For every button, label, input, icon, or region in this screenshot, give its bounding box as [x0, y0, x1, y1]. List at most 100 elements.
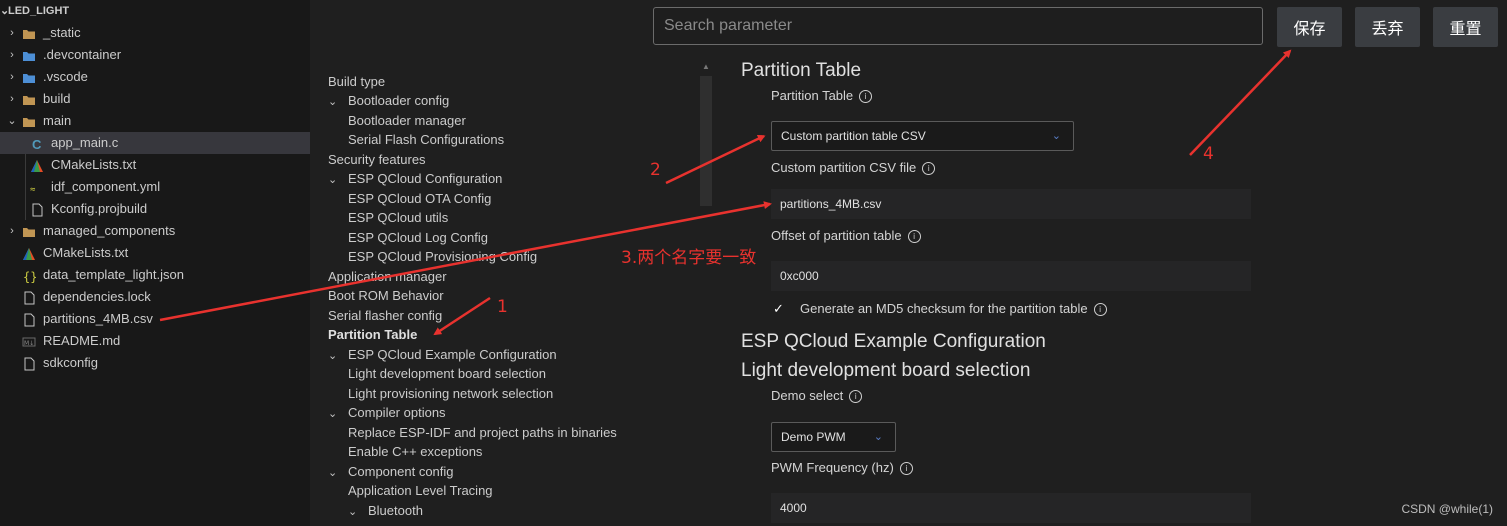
nav-item[interactable]: Light development board selection: [348, 364, 546, 383]
nav-item-label: Boot ROM Behavior: [328, 288, 444, 303]
section-title-example: ESP QCloud Example Configuration: [741, 331, 1046, 352]
explorer-item-label: .vscode: [43, 69, 88, 84]
info-icon[interactable]: i: [849, 390, 863, 404]
explorer-item[interactable]: › _static: [0, 22, 310, 44]
file-icon: [22, 290, 36, 305]
nav-item[interactable]: Build type: [328, 72, 385, 91]
chevron-down-icon[interactable]: ⌄: [328, 464, 348, 483]
chevron-down-icon[interactable]: ⌄: [328, 405, 348, 424]
nav-item-label: Application Level Tracing: [348, 483, 493, 498]
nav-item[interactable]: Serial flasher config: [328, 306, 442, 325]
nav-item[interactable]: Replace ESP-IDF and project paths in bin…: [348, 423, 617, 442]
explorer-item[interactable]: M↓ README.md: [0, 330, 310, 352]
offset-field[interactable]: [771, 261, 1251, 291]
explorer-item[interactable]: {} data_template_light.json: [0, 264, 310, 286]
nav-item[interactable]: Application manager: [328, 267, 447, 286]
nav-item-label: ESP QCloud Log Config: [348, 230, 488, 245]
nav-item[interactable]: ESP QCloud OTA Config: [348, 189, 491, 208]
nav-item[interactable]: Light provisioning network selection: [348, 384, 553, 403]
explorer-item[interactable]: › managed_components: [0, 220, 310, 242]
explorer-item[interactable]: sdkconfig: [0, 352, 310, 374]
pwm-frequency-label: PWM Frequency (hz) i: [771, 460, 913, 476]
nav-item[interactable]: ESP QCloud Provisioning Config: [348, 247, 537, 266]
nav-item-label: Partition Table: [328, 327, 418, 342]
info-icon[interactable]: i: [859, 90, 873, 104]
nav-item[interactable]: Bootloader manager: [348, 111, 466, 130]
section-title-board: Light development board selection: [741, 360, 1031, 381]
annotation-2: 2: [650, 160, 661, 180]
nav-item-label: ESP QCloud OTA Config: [348, 191, 492, 206]
file-explorer: ⌄LED_LIGHT › _static › .devcontainer › .vscod…: [0, 0, 310, 526]
nav-item-label: Bootloader config: [348, 93, 450, 108]
search-input[interactable]: [653, 7, 1263, 45]
watermark: CSDN @while(1): [1401, 502, 1493, 516]
nav-item-label: Compiler options: [348, 405, 446, 420]
nav-item[interactable]: ESP QCloud Log Config: [348, 228, 488, 247]
discard-button[interactable]: 丢弃: [1355, 7, 1420, 47]
json-file-icon: {}: [22, 268, 37, 284]
explorer-item-label: README.md: [43, 333, 121, 348]
nav-item[interactable]: Serial Flash Configurations: [348, 130, 504, 149]
explorer-item[interactable]: › .vscode: [0, 66, 310, 88]
explorer-root-title[interactable]: ⌄LED_LIGHT: [0, 4, 69, 18]
nav-item[interactable]: Security features: [328, 150, 426, 169]
explorer-item[interactable]: › build: [0, 88, 310, 110]
explorer-item[interactable]: CMakeLists.txt: [0, 154, 310, 176]
info-icon[interactable]: i: [907, 230, 921, 244]
chevron-right-icon[interactable]: ›: [6, 88, 18, 110]
explorer-item[interactable]: dependencies.lock: [0, 286, 310, 308]
explorer-item[interactable]: CMakeLists.txt: [0, 242, 310, 264]
custom-csv-field[interactable]: [771, 189, 1251, 219]
explorer-item[interactable]: Capp_main.c: [0, 132, 310, 154]
explorer-item[interactable]: ⌄ main: [0, 110, 310, 132]
folder-icon: [22, 70, 36, 84]
explorer-item[interactable]: Kconfig.projbuild: [0, 198, 310, 220]
chevron-right-icon[interactable]: ›: [6, 22, 18, 44]
chevron-down-icon: ⌄: [1051, 130, 1061, 142]
explorer-item[interactable]: › .devcontainer: [0, 44, 310, 66]
nav-item-label: Enable C++ exceptions: [348, 444, 483, 459]
annotation-1: 1: [497, 297, 508, 317]
info-icon[interactable]: i: [899, 462, 913, 476]
md5-label: Generate an MD5 checksum for the partiti…: [800, 301, 1107, 317]
chevron-right-icon[interactable]: ›: [6, 220, 18, 242]
md5-checkbox[interactable]: ✓: [773, 301, 784, 317]
chevron-down-icon[interactable]: ⌄: [348, 503, 368, 522]
folder-icon: [22, 26, 36, 40]
explorer-item[interactable]: ≈ idf_component.yml: [0, 176, 310, 198]
svg-text:C: C: [32, 137, 42, 151]
nav-item[interactable]: ⌄ ESP QCloud Configuration: [328, 169, 502, 188]
save-button[interactable]: 保存: [1277, 7, 1342, 47]
pwm-frequency-field[interactable]: [771, 493, 1251, 523]
partition-table-select[interactable]: Custom partition table CSV ⌄: [771, 121, 1074, 151]
demo-select[interactable]: Demo PWM ⌄: [771, 422, 896, 452]
nav-item-label: Application manager: [328, 269, 447, 284]
nav-item[interactable]: ⌄ Bootloader config: [328, 91, 449, 110]
nav-item[interactable]: ESP QCloud utils: [348, 208, 448, 227]
nav-item-label: Bluetooth: [368, 503, 423, 518]
chevron-down-icon[interactable]: ⌄: [6, 110, 18, 132]
folder-icon: [22, 92, 36, 106]
info-icon[interactable]: i: [1093, 303, 1107, 317]
chevron-down-icon[interactable]: ⌄: [328, 347, 348, 366]
nav-item[interactable]: ⌄ Component config: [328, 462, 454, 481]
chevron-right-icon[interactable]: ›: [6, 66, 18, 88]
nav-item[interactable]: Enable C++ exceptions: [348, 442, 482, 461]
nav-item[interactable]: ⌄ ESP QCloud Example Configuration: [328, 345, 557, 364]
nav-item-label: ESP QCloud utils: [348, 210, 449, 225]
chevron-down-icon[interactable]: ⌄: [328, 171, 348, 190]
svg-text:M↓: M↓: [24, 340, 34, 347]
chevron-right-icon[interactable]: ›: [6, 44, 18, 66]
explorer-item-label: Kconfig.projbuild: [51, 201, 148, 216]
nav-item[interactable]: Application Level Tracing: [348, 481, 493, 500]
partition-table-label-text: Partition Table: [771, 88, 854, 103]
nav-item[interactable]: Partition Table: [328, 325, 417, 344]
info-icon[interactable]: i: [922, 162, 936, 176]
nav-item[interactable]: ⌄ Bluetooth: [348, 501, 423, 520]
explorer-item-label: sdkconfig: [43, 355, 98, 370]
nav-item[interactable]: Boot ROM Behavior: [328, 286, 444, 305]
explorer-item[interactable]: partitions_4MB.csv: [0, 308, 310, 330]
chevron-down-icon[interactable]: ⌄: [328, 93, 348, 112]
reset-button[interactable]: 重置: [1433, 7, 1498, 47]
nav-item[interactable]: ⌄ Compiler options: [328, 403, 446, 422]
